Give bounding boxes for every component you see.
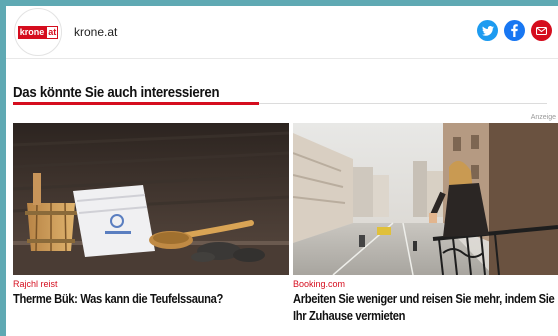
share-header: krone at krone.at <box>6 6 558 58</box>
site-name: krone.at <box>74 25 118 39</box>
card-headline[interactable]: Therme Bük: Was kann die Teufelssauna? <box>13 290 288 307</box>
recommendation-card[interactable]: Rajchl reist Therme Bük: Was kann die Te… <box>13 123 289 307</box>
recommendation-card[interactable]: Booking.com Arbeiten Sie weniger und rei… <box>293 123 558 324</box>
header-divider <box>6 58 558 59</box>
share-buttons <box>477 20 552 41</box>
twitter-icon <box>481 25 494 36</box>
card-image-city-balcony[interactable] <box>293 123 558 275</box>
facebook-share-button[interactable] <box>504 20 525 41</box>
ad-label: Anzeige <box>530 114 556 121</box>
krone-logo: krone at <box>17 25 59 39</box>
site-logo[interactable]: krone at <box>14 8 62 56</box>
card-source[interactable]: Booking.com <box>293 278 558 290</box>
section-title-underline <box>13 102 259 105</box>
card-headline[interactable]: Arbeiten Sie weniger und reisen Sie mehr… <box>293 290 557 324</box>
mail-share-button[interactable] <box>531 20 552 41</box>
article-recommendation-widget: krone at krone.at Das könnte Sie auch in… <box>6 6 558 336</box>
facebook-icon <box>511 24 518 37</box>
card-source[interactable]: Rajchl reist <box>13 278 289 290</box>
section-title: Das könnte Sie auch interessieren <box>13 84 220 101</box>
mail-icon <box>536 26 547 35</box>
twitter-share-button[interactable] <box>477 20 498 41</box>
card-image-sauna[interactable] <box>13 123 289 275</box>
